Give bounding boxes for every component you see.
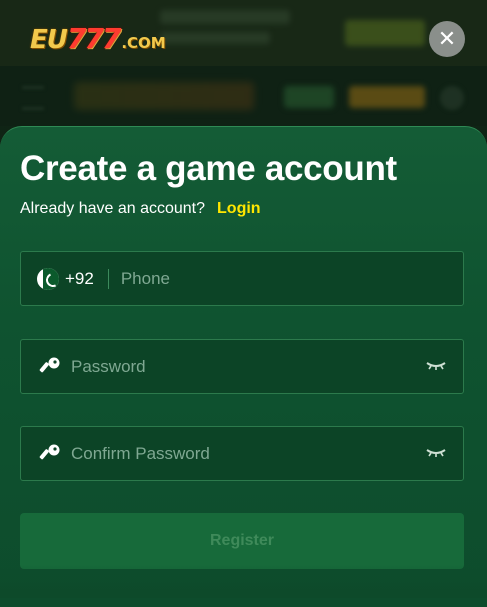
login-prompt: Already have an account? Login	[20, 200, 261, 218]
close-icon: ✕	[437, 26, 457, 51]
pakistan-flag-icon[interactable]	[37, 267, 59, 290]
logo-eu: EU	[30, 25, 68, 55]
phone-field[interactable]: +92 Phone	[20, 251, 464, 306]
logo-number: 777	[66, 22, 121, 55]
key-icon	[39, 357, 60, 372]
password-input[interactable]: Password	[71, 357, 146, 377]
login-link[interactable]: Login	[217, 200, 261, 217]
site-logo: EU 777 .COM	[30, 22, 166, 56]
country-code[interactable]: +92	[65, 269, 94, 289]
page-title: Create a game account	[20, 149, 397, 188]
key-icon	[39, 444, 60, 459]
confirm-password-field[interactable]: Confirm Password	[20, 426, 464, 481]
register-button[interactable]: Register	[20, 513, 464, 569]
password-field[interactable]: Password	[20, 339, 464, 394]
close-button[interactable]: ✕	[429, 21, 465, 57]
have-account-text: Already have an account?	[20, 200, 206, 217]
register-modal: Create a game account Already have an ac…	[0, 126, 487, 607]
field-divider	[107, 268, 109, 289]
phone-input[interactable]: Phone	[121, 269, 170, 289]
confirm-password-input[interactable]: Confirm Password	[71, 444, 210, 464]
eye-closed-icon[interactable]	[425, 445, 447, 461]
logo-domain: .COM	[121, 34, 166, 52]
eye-closed-icon[interactable]	[425, 358, 447, 374]
